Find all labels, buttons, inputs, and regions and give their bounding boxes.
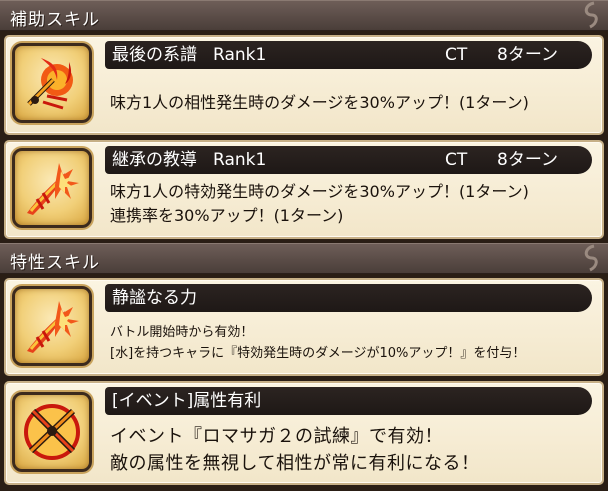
skill-card-last-lineage[interactable]: 最後の系譜 Rank1 CT 8ターン 味方1人の相性発生時のダメージを30%アッ…	[4, 35, 604, 135]
trait-skill-header: 特性スキル	[0, 243, 608, 274]
skill-name: 継承の教導	[112, 150, 197, 170]
cooldown-label: CT	[445, 150, 468, 170]
skill-description-line: [水]を持つキャラに『特効発生時のダメージが10%アップ！』を付与！	[110, 346, 526, 361]
cooldown-value: 8ターン	[497, 150, 558, 170]
skill-description-line: 味方1人の特効発生時のダメージを30%アップ！(1ターン)	[110, 182, 529, 201]
crossed-swords-skill-icon	[24, 404, 80, 460]
skill-namebar: 最後の系譜 Rank1 CT 8ターン	[105, 41, 592, 69]
flame-slash-skill-icon	[27, 301, 79, 353]
skill-namebar: 継承の教導 Rank1 CT 8ターン	[105, 146, 592, 174]
trait-card-tranquil-power[interactable]: 静謐なる力 バトル開始時から有効！ [水]を持つキャラに『特効発生時のダメージが…	[4, 278, 604, 376]
skill-icon-frame	[12, 148, 92, 228]
skill-name: 最後の系譜	[112, 45, 197, 65]
scroll-curl-icon	[584, 244, 598, 272]
skill-description: バトル開始時から有効！ [水]を持つキャラに『特効発生時のダメージが10%アップ…	[110, 322, 525, 364]
trait-card-event-attribute-advantage[interactable]: [イベント]属性有利 イベント『ロマサガ２の試練』で有効！ 敵の属性を無視して相…	[4, 381, 604, 485]
skill-icon-frame	[12, 43, 92, 123]
skill-description-line: バトル開始時から有効！	[110, 325, 254, 340]
cooldown-value: 8ターン	[497, 45, 558, 65]
flame-slash-skill-icon	[27, 163, 79, 215]
skill-description-line: 敵の属性を無視して相性が常に有利になる！	[110, 453, 480, 474]
skill-name: [イベント]属性有利	[112, 391, 262, 411]
skill-description-line: 味方1人の相性発生時のダメージを30%アップ！(1ターン)	[110, 93, 529, 112]
cooldown-label: CT	[445, 45, 468, 65]
skill-description: イベント『ロマサガ２の試練』で有効！ 敵の属性を無視して相性が常に有利になる！	[110, 423, 479, 477]
skill-namebar: [イベント]属性有利	[105, 387, 592, 415]
skill-rank: Rank1	[213, 45, 267, 65]
skill-description-line: 連携率を30%アップ！(1ターン)	[110, 206, 344, 225]
support-skill-title: 補助スキル	[10, 10, 100, 30]
support-skill-header: 補助スキル	[0, 0, 608, 31]
trait-skill-title: 特性スキル	[10, 253, 100, 273]
scroll-curl-icon	[584, 1, 598, 29]
skill-name: 静謐なる力	[112, 288, 197, 308]
skill-card-inheritance-teaching[interactable]: 継承の教導 Rank1 CT 8ターン 味方1人の特効発生時のダメージを30%アッ…	[4, 140, 604, 239]
skill-rank: Rank1	[213, 150, 267, 170]
skill-namebar: 静謐なる力	[105, 284, 592, 312]
skill-description: 味方1人の相性発生時のダメージを30%アップ！(1ターン)	[110, 91, 529, 115]
skill-icon-frame	[12, 392, 92, 472]
flame-burst-skill-icon	[27, 58, 73, 110]
skill-description-line: イベント『ロマサガ２の試練』で有効！	[110, 426, 443, 447]
skill-icon-frame	[12, 286, 92, 366]
skill-description: 味方1人の特効発生時のダメージを30%アップ！(1ターン) 連携率を30%アップ…	[110, 180, 529, 228]
